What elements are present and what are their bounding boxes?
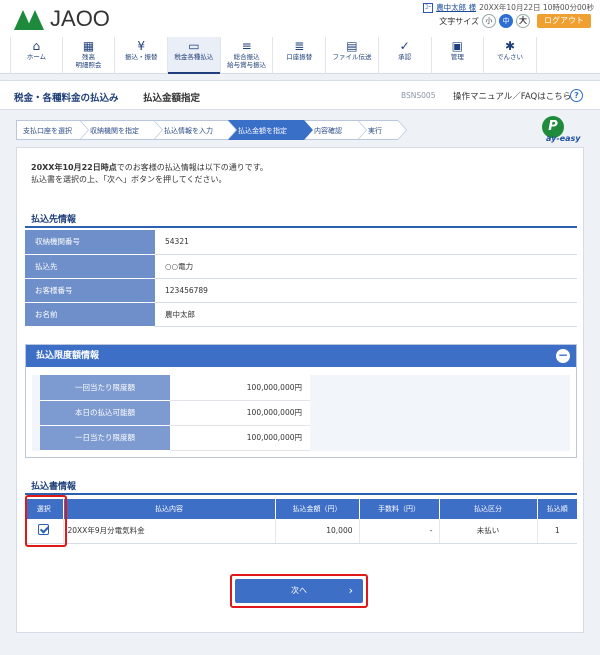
step-enter-info: 払込情報を入力 xyxy=(154,120,237,140)
step-select-payee: 収納機関を指定 xyxy=(80,120,163,140)
font-size-large-button[interactable]: 大 xyxy=(516,14,530,28)
table-header-row: 選択 払込内容 払込金額（円） 手数料（円） 払込区分 払込順 xyxy=(25,499,577,519)
logout-button[interactable]: ログアウト xyxy=(537,14,591,28)
table-row: 一回当たり限度額 100,000,000円 xyxy=(40,375,310,401)
nav-tax-payment[interactable]: ▭ 税金各種払込 xyxy=(168,37,221,74)
table-row: お客様番号 123456789 xyxy=(25,278,577,303)
user-icon: ﾕｰ xyxy=(423,2,434,13)
account-transfer-icon: ≣ xyxy=(294,39,305,53)
header: JA OO ﾕｰ 農中太郎 様 20XX年10月22日 10時00分00秒 文字サ… xyxy=(0,0,600,74)
login-time: 20XX年10月22日 10時00分00秒 xyxy=(479,3,594,12)
section-divider xyxy=(25,493,577,495)
limit-info-accordion: 払込限度額情報 − 一回当たり限度額 100,000,000円 本日の払込可能額 1… xyxy=(25,344,577,458)
approval-icon: ✓ xyxy=(399,39,410,53)
progress-steps: 支払口座を選択 収納機関を指定 払込情報を入力 払込金額を指定 内容確認 実行 xyxy=(16,120,407,140)
section-divider xyxy=(25,226,577,228)
collapse-minus-icon[interactable]: − xyxy=(556,349,570,363)
user-name-link[interactable]: 農中太郎 様 xyxy=(436,2,476,13)
table-row: 本日の払込可能額 100,000,000円 xyxy=(40,400,310,426)
bank-icon: ▦ xyxy=(82,39,95,53)
nav-bulk-transfer[interactable]: ≡ 総合振込 給与賞与振込 xyxy=(221,37,274,74)
limit-table: 一回当たり限度額 100,000,000円 本日の払込可能額 100,000,000… xyxy=(40,375,310,451)
home-icon: ⌂ xyxy=(32,39,41,53)
font-size-label: 文字サイズ xyxy=(439,16,479,26)
title-bar: 税金・各種料金の払込み 払込金額指定 BSNS005 操作マニュアル／FAQはこ… xyxy=(0,80,600,110)
table-row: 払込先 ○○電力 xyxy=(25,254,577,279)
highlight-frame-next xyxy=(230,574,368,608)
table-row: 一日当たり限度額 100,000,000円 xyxy=(40,425,310,451)
font-size-small-button[interactable]: 小 xyxy=(482,14,496,28)
help-icon[interactable]: ? xyxy=(570,89,583,102)
global-nav: ⌂ ホーム ▦ 残高 明細照会 ¥ 振込・振替 ▭ 税金各種払込 ≡ 総合振込 給与賞与振… xyxy=(10,37,590,74)
step-specify-amount: 払込金額を指定 xyxy=(228,120,313,140)
main-panel: 20XX年10月22日時点でのお客様の払込情報は以下の通りです。 払込書を選択の… xyxy=(16,147,584,633)
payee-table: 収納機関番号 54321 払込先 ○○電力 お客様番号 123456789 お名前 農中… xyxy=(25,230,577,327)
nav-transfer[interactable]: ¥ 振込・振替 xyxy=(115,37,169,74)
logo-text-suffix: OO xyxy=(75,6,110,31)
highlight-frame-select xyxy=(25,495,67,547)
category-title: 税金・各種料金の払込み xyxy=(14,93,119,104)
ja-logo-icon xyxy=(14,8,48,30)
densai-icon: ✱ xyxy=(505,39,516,53)
payeasy-text: ay-easy xyxy=(546,134,581,143)
ja-logo[interactable]: JA OO xyxy=(14,8,110,30)
payeasy-logo: P ay-easy xyxy=(538,114,584,148)
tax-payment-icon: ▭ xyxy=(188,39,200,53)
limit-info-header[interactable]: 払込限度額情報 − xyxy=(26,345,576,367)
payee-section-title: 払込先情報 xyxy=(31,215,77,225)
limit-info-title: 払込限度額情報 xyxy=(36,351,100,361)
table-row: 20XX年9月分電気料金 10,000 - 未払い 1 xyxy=(25,519,577,544)
screen-code: BSNS005 xyxy=(401,91,436,100)
user-info: ﾕｰ 農中太郎 様 20XX年10月22日 10時00分00秒 xyxy=(423,2,594,13)
coins-stack-icon: ≡ xyxy=(241,39,252,53)
instruction-message: 20XX年10月22日時点でのお客様の払込情報は以下の通りです。 払込書を選択の… xyxy=(31,163,268,184)
logo-text: JA xyxy=(50,6,76,31)
limit-info-body: 一回当たり限度額 100,000,000円 本日の払込可能額 100,000,000… xyxy=(32,375,570,451)
admin-icon: ▣ xyxy=(451,39,464,53)
bills-table: 選択 払込内容 払込金額（円） 手数料（円） 払込区分 払込順 20XX年9月分… xyxy=(25,499,577,544)
manual-faq-link[interactable]: 操作マニュアル／FAQはこちら xyxy=(453,90,571,102)
nav-balance[interactable]: ▦ 残高 明細照会 xyxy=(63,37,116,74)
font-size-controls: 文字サイズ 小 中 大 ログアウト xyxy=(439,14,591,28)
page-title: 払込金額指定 xyxy=(143,93,201,104)
file-transfer-icon: ▤ xyxy=(346,39,358,53)
bills-section-title: 払込書情報 xyxy=(31,482,77,492)
font-size-medium-button[interactable]: 中 xyxy=(499,14,513,28)
step-select-account: 支払口座を選択 xyxy=(16,120,89,140)
nav-densai[interactable]: ✱ でんさい xyxy=(484,37,537,74)
nav-account-transfer[interactable]: ≣ 口座振替 xyxy=(273,37,327,74)
nav-home[interactable]: ⌂ ホーム xyxy=(10,37,63,74)
table-row: お名前 農中太郎 xyxy=(25,302,577,327)
table-row: 収納機関番号 54321 xyxy=(25,230,577,255)
nav-approval[interactable]: ✓ 承認 xyxy=(379,37,432,74)
nav-file-transfer[interactable]: ▤ ファイル伝送 xyxy=(326,37,379,74)
yen-transfer-icon: ¥ xyxy=(137,39,146,53)
nav-admin[interactable]: ▣ 管理 xyxy=(432,37,485,74)
